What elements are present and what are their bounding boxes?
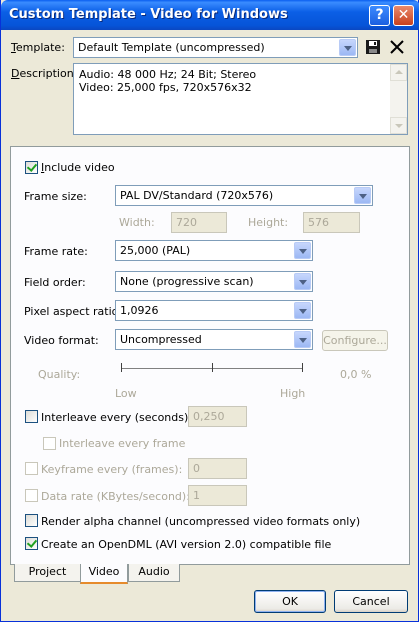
- description-label: Description:: [11, 67, 78, 80]
- description-line-2: Video: 25,000 fps, 720x576x32: [79, 81, 252, 94]
- chevron-down-icon[interactable]: [339, 39, 356, 56]
- chevron-down-icon[interactable]: [294, 331, 311, 348]
- tab-audio[interactable]: Audio: [128, 564, 180, 582]
- frame-rate-label: Frame rate:: [24, 245, 88, 258]
- field-order-combo[interactable]: None (progressive scan): [115, 271, 313, 292]
- height-input[interactable]: 576: [303, 212, 360, 233]
- keyframe-every-input[interactable]: 0: [188, 458, 247, 479]
- window-title: Custom Template - Video for Windows: [9, 7, 288, 22]
- interleave-every-value: 0,250: [193, 410, 225, 423]
- close-button[interactable]: ✕: [393, 5, 414, 26]
- video-format-label: Video format:: [24, 334, 99, 347]
- slider-tick: [302, 363, 303, 372]
- configure-button[interactable]: Configure...: [322, 330, 388, 351]
- chevron-down-icon[interactable]: [294, 302, 311, 319]
- quality-low-label: Low: [115, 387, 137, 400]
- chevron-down-icon[interactable]: [294, 273, 311, 290]
- frame-rate-value: 25,000 (PAL): [120, 244, 191, 257]
- pixel-aspect-combo[interactable]: 1,0926: [115, 300, 313, 321]
- render-alpha-checkbox[interactable]: [25, 514, 38, 527]
- video-format-value: Uncompressed: [120, 333, 202, 346]
- quality-high-label: High: [280, 387, 306, 400]
- include-video-label[interactable]: Include video: [41, 161, 115, 174]
- video-format-combo[interactable]: Uncompressed: [115, 329, 313, 350]
- template-label: Template:: [11, 41, 65, 54]
- pixel-aspect-label: Pixel aspect ratio:: [24, 305, 123, 318]
- description-textarea[interactable]: Audio: 48 000 Hz; 24 Bit; Stereo Video: …: [73, 63, 408, 135]
- ok-button[interactable]: OK: [254, 590, 326, 613]
- frame-size-combo[interactable]: PAL DV/Standard (720x576): [115, 185, 373, 206]
- data-rate-input[interactable]: 1: [188, 485, 247, 506]
- width-value: 720: [176, 216, 197, 229]
- quality-value: 0,0 %: [340, 368, 372, 381]
- template-combo[interactable]: Default Template (uncompressed): [73, 37, 358, 58]
- frame-size-label: Frame size:: [24, 190, 87, 203]
- save-icon[interactable]: [365, 39, 381, 55]
- width-input[interactable]: 720: [171, 212, 227, 233]
- description-scrollbar[interactable]: [390, 64, 407, 134]
- frame-size-value: PAL DV/Standard (720x576): [120, 189, 274, 202]
- include-video-checkbox[interactable]: [25, 161, 38, 174]
- height-value: 576: [308, 216, 329, 229]
- slider-tick: [121, 363, 122, 372]
- data-rate-checkbox[interactable]: [25, 489, 38, 502]
- keyframe-every-value: 0: [193, 462, 200, 475]
- cancel-button[interactable]: Cancel: [334, 590, 408, 613]
- interleave-every-input[interactable]: 0,250: [188, 406, 247, 427]
- quality-label: Quality:: [38, 368, 81, 381]
- interleave-every-checkbox[interactable]: [25, 410, 38, 423]
- custom-template-dialog: Custom Template - Video for Windows ? ✕ …: [0, 0, 419, 622]
- frame-rate-combo[interactable]: 25,000 (PAL): [115, 240, 313, 261]
- slider-tick: [212, 363, 213, 372]
- tab-video[interactable]: Video: [80, 564, 128, 584]
- height-label: Height:: [248, 216, 289, 229]
- data-rate-label[interactable]: Data rate (KBytes/second):: [41, 490, 190, 503]
- help-button[interactable]: ?: [369, 5, 390, 26]
- field-order-value: None (progressive scan): [120, 275, 254, 288]
- description-line-1: Audio: 48 000 Hz; 24 Bit; Stereo: [79, 68, 257, 81]
- data-rate-value: 1: [193, 489, 200, 502]
- chevron-down-icon[interactable]: [354, 187, 371, 204]
- scroll-down-icon[interactable]: [390, 117, 407, 134]
- width-label: Width:: [119, 216, 155, 229]
- opendml-label[interactable]: Create an OpenDML (AVI version 2.0) comp…: [41, 538, 331, 551]
- tab-project[interactable]: Project: [14, 564, 81, 582]
- interleave-every-label[interactable]: Interleave every (seconds):: [41, 411, 192, 424]
- delete-icon[interactable]: [389, 39, 405, 55]
- pixel-aspect-value: 1,0926: [120, 304, 159, 317]
- title-bar[interactable]: Custom Template - Video for Windows ? ✕: [1, 0, 419, 30]
- scroll-up-icon[interactable]: [390, 64, 407, 81]
- chevron-down-icon[interactable]: [294, 242, 311, 259]
- interleave-every-frame-checkbox[interactable]: [43, 437, 56, 450]
- keyframe-every-checkbox[interactable]: [25, 462, 38, 475]
- keyframe-every-label[interactable]: Keyframe every (frames):: [41, 463, 182, 476]
- render-alpha-label[interactable]: Render alpha channel (uncompressed video…: [41, 515, 360, 528]
- interleave-every-frame-label[interactable]: Interleave every frame: [59, 437, 185, 450]
- field-order-label: Field order:: [24, 276, 86, 289]
- opendml-checkbox[interactable]: [25, 537, 38, 550]
- template-value: Default Template (uncompressed): [78, 41, 265, 54]
